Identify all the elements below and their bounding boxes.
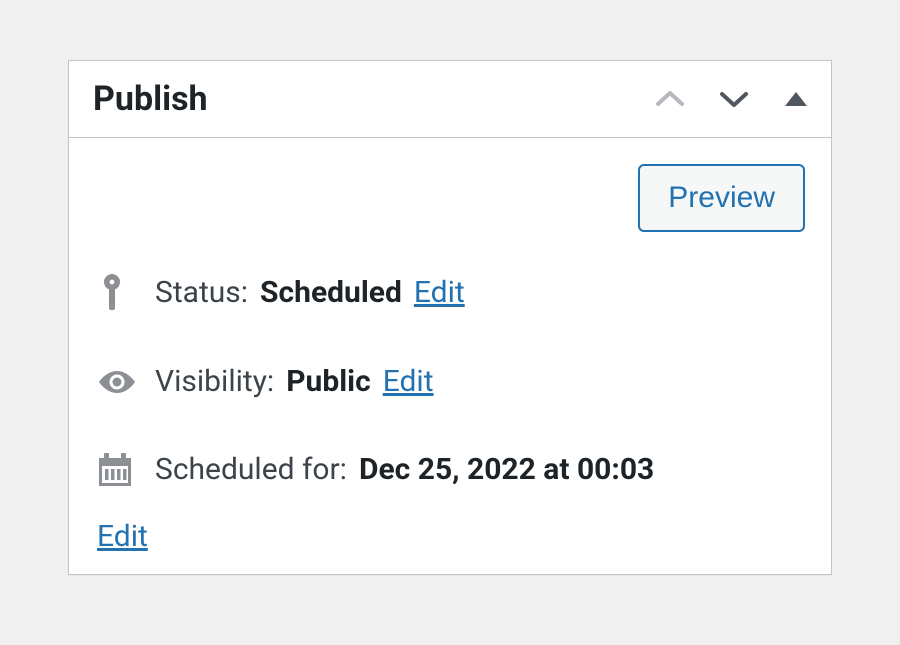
calendar-icon: [97, 452, 143, 488]
metabox-header-actions: [655, 89, 809, 109]
triangle-up-icon: [783, 90, 809, 108]
chevron-up-icon: [655, 89, 685, 109]
preview-button[interactable]: Preview: [638, 164, 805, 232]
schedule-value: Dec 25, 2022 at 00:03: [359, 447, 654, 494]
status-label: Status:: [155, 270, 248, 317]
visibility-value: Public: [286, 359, 371, 406]
move-up-button[interactable]: [655, 89, 685, 109]
status-row: Status: Scheduled Edit: [97, 270, 805, 317]
publish-metabox: Publish Preview Status: Scheduled: [68, 60, 832, 575]
toggle-panel-button[interactable]: [783, 90, 809, 108]
metabox-title: Publish: [93, 79, 208, 119]
schedule-edit-link[interactable]: Edit: [97, 514, 148, 561]
schedule-row: Scheduled for: Dec 25, 2022 at 00:03 Edi…: [97, 447, 805, 560]
schedule-label: Scheduled for:: [155, 447, 347, 494]
visibility-row: Visibility: Public Edit: [97, 359, 805, 406]
chevron-down-icon: [719, 89, 749, 109]
key-icon: [97, 272, 143, 314]
publish-meta-section: Status: Scheduled Edit Visibility: Publi…: [95, 270, 805, 560]
visibility-edit-link[interactable]: Edit: [383, 359, 434, 406]
visibility-label: Visibility:: [155, 359, 274, 406]
eye-icon: [97, 369, 143, 395]
move-down-button[interactable]: [719, 89, 749, 109]
preview-row: Preview: [95, 164, 805, 232]
metabox-header: Publish: [69, 61, 831, 138]
status-edit-link[interactable]: Edit: [414, 270, 465, 317]
metabox-body: Preview Status: Scheduled Edit Visibilit…: [69, 138, 831, 574]
status-value: Scheduled: [260, 270, 402, 317]
